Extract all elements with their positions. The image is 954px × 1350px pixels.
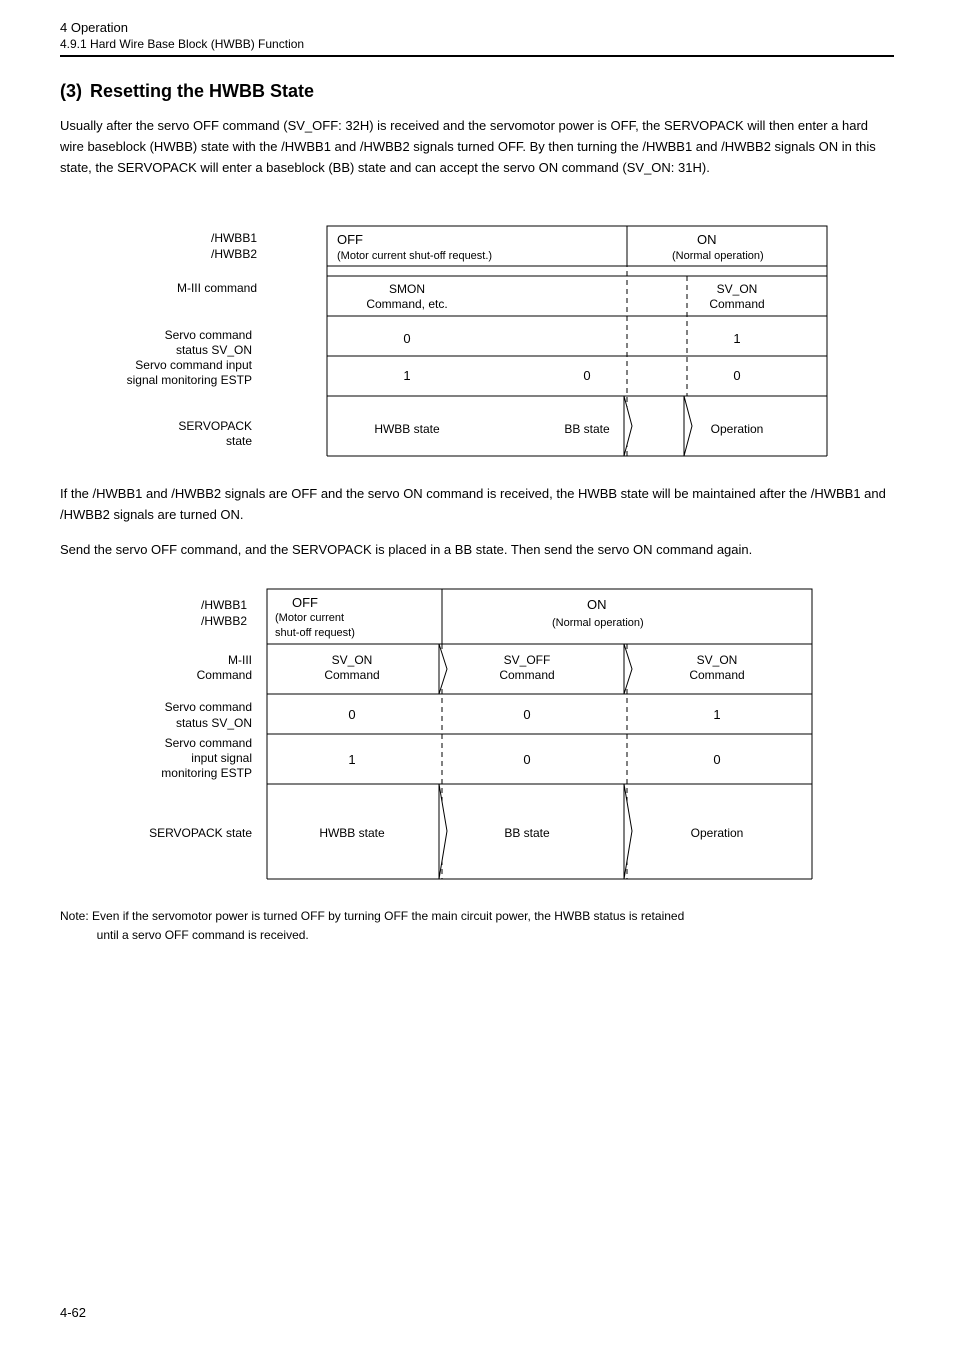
svg-text:0: 0 (348, 707, 355, 722)
svg-text:(Motor current shut-off reques: (Motor current shut-off request.) (337, 250, 492, 262)
svg-text:0: 0 (713, 752, 720, 767)
svg-text:monitoring ESTP: monitoring ESTP (161, 766, 252, 780)
svg-text:SERVOPACK state: SERVOPACK state (149, 826, 252, 840)
svg-text:M-III: M-III (228, 653, 252, 667)
svg-text:status SV_ON: status SV_ON (176, 716, 252, 730)
svg-text:SV_ON: SV_ON (717, 282, 758, 296)
note-text: Note: Even if the servomotor power is tu… (60, 907, 894, 945)
svg-text:1: 1 (733, 331, 740, 346)
svg-text:1: 1 (403, 368, 410, 383)
svg-text:M-III command: M-III command (177, 281, 257, 295)
svg-text:input signal: input signal (191, 751, 252, 765)
svg-text:0: 0 (583, 368, 590, 383)
header-sub: 4.9.1 Hard Wire Base Block (HWBB) Functi… (60, 37, 894, 51)
page: 4 Operation 4.9.1 Hard Wire Base Block (… (0, 0, 954, 1350)
svg-text:(Motor current: (Motor current (275, 612, 344, 624)
svg-text:Command: Command (709, 297, 764, 311)
paragraph2: If the /HWBB1 and /HWBB2 signals are OFF… (60, 484, 894, 526)
svg-text:BB state: BB state (504, 826, 550, 840)
svg-text:OFF: OFF (337, 232, 363, 247)
note-body: until a servo OFF command is received. (60, 928, 309, 942)
svg-text:Operation: Operation (691, 826, 744, 840)
svg-text:/HWBB2: /HWBB2 (201, 614, 247, 628)
svg-text:SV_ON: SV_ON (332, 653, 373, 667)
svg-text:Command: Command (324, 668, 379, 682)
svg-text:Command: Command (689, 668, 744, 682)
svg-text:BB state: BB state (564, 422, 610, 436)
section-title-text: Resetting the HWBB State (90, 81, 314, 101)
diagram2-svg: /HWBB1 /HWBB2 OFF (Motor current shut-of… (97, 579, 857, 889)
svg-text:1: 1 (348, 752, 355, 767)
paragraph1: Usually after the servo OFF command (SV_… (60, 116, 894, 178)
svg-text:0: 0 (523, 707, 530, 722)
diagram1-svg: OFF (Motor current shut-off request.) ON… (97, 196, 857, 466)
svg-text:Servo command: Servo command (165, 700, 252, 714)
svg-text:shut-off request): shut-off request) (275, 627, 355, 639)
svg-text:SERVOPACK: SERVOPACK (178, 419, 252, 433)
diagram2: /HWBB1 /HWBB2 OFF (Motor current shut-of… (60, 579, 894, 889)
section-number: (3) (60, 81, 82, 101)
diagram1: OFF (Motor current shut-off request.) ON… (60, 196, 894, 466)
svg-text:/HWBB1: /HWBB1 (211, 231, 257, 245)
svg-text:Command: Command (499, 668, 554, 682)
svg-text:Operation: Operation (711, 422, 764, 436)
svg-text:1: 1 (713, 707, 720, 722)
note-label: Note: Even if the servomotor power is tu… (60, 909, 684, 923)
svg-text:Servo command: Servo command (165, 328, 252, 342)
svg-text:Servo command input: Servo command input (135, 358, 252, 372)
header: 4 Operation 4.9.1 Hard Wire Base Block (… (60, 20, 894, 57)
svg-text:(Normal operation): (Normal operation) (552, 617, 644, 629)
svg-text:0: 0 (733, 368, 740, 383)
svg-text:status SV_ON: status SV_ON (176, 343, 252, 357)
svg-text:Command, etc.: Command, etc. (366, 297, 447, 311)
svg-text:HWBB state: HWBB state (374, 422, 440, 436)
svg-text:0: 0 (523, 752, 530, 767)
svg-text:/HWBB1: /HWBB1 (201, 598, 247, 612)
section-title: (3) Resetting the HWBB State (60, 81, 894, 102)
header-main: 4 Operation (60, 20, 894, 35)
svg-text:OFF: OFF (292, 595, 318, 610)
svg-text:Command: Command (197, 668, 252, 682)
svg-text:ON: ON (697, 232, 717, 247)
svg-text:SV_ON: SV_ON (697, 653, 738, 667)
svg-text:0: 0 (403, 331, 410, 346)
svg-text:SMON: SMON (389, 282, 425, 296)
svg-text:/HWBB2: /HWBB2 (211, 247, 257, 261)
svg-text:HWBB state: HWBB state (319, 826, 385, 840)
svg-text:ON: ON (587, 597, 607, 612)
page-footer: 4-62 (60, 1305, 86, 1320)
svg-text:(Normal operation): (Normal operation) (672, 250, 764, 262)
svg-text:SV_OFF: SV_OFF (504, 653, 551, 667)
svg-text:signal monitoring ESTP: signal monitoring ESTP (127, 373, 252, 387)
svg-text:Servo command: Servo command (165, 736, 252, 750)
paragraph3: Send the servo OFF command, and the SERV… (60, 540, 894, 561)
svg-text:state: state (226, 434, 252, 448)
